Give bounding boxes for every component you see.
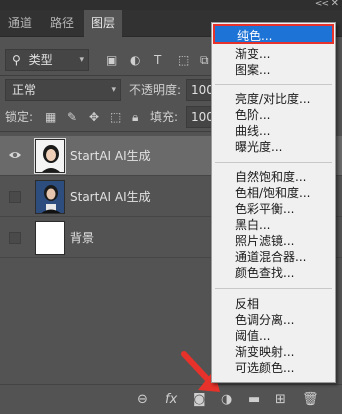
filter-kind-label: 类型 xyxy=(28,53,53,67)
menu-item-brightness-contrast[interactable]: 亮度/对比度... xyxy=(213,92,334,107)
visibility-toggle[interactable] xyxy=(9,232,21,244)
fx-icon[interactable]: fx xyxy=(165,392,177,408)
layer-thumbnail xyxy=(35,221,65,255)
menu-item-curves[interactable]: 曲线... xyxy=(213,124,334,139)
layer-name: 背景 xyxy=(70,231,95,245)
menu-item-channel-mixer[interactable]: 通道混合器... xyxy=(213,250,334,265)
search-icon: ⚲ xyxy=(12,53,21,67)
menu-item-invert[interactable]: 反相 xyxy=(213,297,334,312)
filter-smart-object-icon[interactable]: ⧉ xyxy=(200,50,209,70)
chevron-down-icon: ▾ xyxy=(79,55,84,65)
chevron-down-icon: ▾ xyxy=(111,85,116,95)
panel-top-strip: << ✕ xyxy=(0,0,342,10)
blend-mode-label: 正常 xyxy=(12,83,37,97)
filter-pixel-icon[interactable]: ▣ xyxy=(106,50,117,70)
menu-separator xyxy=(215,288,332,289)
layers-bottom-bar: ⊖ fx ◙ ◑ ▬ ⊞ 🗑︎ xyxy=(0,384,342,414)
new-layer-icon[interactable]: ⊞ xyxy=(275,392,286,408)
opacity-input[interactable]: 100% xyxy=(186,79,212,101)
opacity-label: 不透明度: xyxy=(129,83,182,97)
mask-icon[interactable]: ◙ xyxy=(193,392,206,408)
menu-item-pattern[interactable]: 图案... xyxy=(213,63,334,78)
filter-adjustment-icon[interactable]: ◐ xyxy=(130,50,140,70)
trash-icon[interactable]: 🗑︎ xyxy=(302,392,319,408)
menu-item-photo-filter[interactable]: 照片滤镜... xyxy=(213,234,334,249)
adjustment-layer-menu: 纯色... 渐变... 图案... 亮度/对比度... 色阶... 曲线... … xyxy=(211,22,336,383)
visibility-toggle[interactable] xyxy=(9,191,21,203)
filter-type-icon[interactable]: T xyxy=(154,50,161,70)
lock-image-icon[interactable]: ✎ xyxy=(67,107,77,127)
lock-position-icon[interactable]: ✥ xyxy=(89,107,99,127)
menu-item-gradient[interactable]: 渐变... xyxy=(213,47,334,62)
group-icon[interactable]: ▬ xyxy=(248,392,260,408)
fill-input[interactable]: 100% xyxy=(186,106,212,128)
menu-item-vibrance[interactable]: 自然饱和度... xyxy=(213,170,334,185)
fill-label: 填充: xyxy=(150,110,179,124)
close-icon[interactable]: ✕ xyxy=(331,0,339,9)
tab-paths[interactable]: 路径 xyxy=(42,10,82,37)
filter-kind-dropdown[interactable]: ⚲ 类型 ▾ xyxy=(5,49,89,71)
menu-item-color-balance[interactable]: 色彩平衡... xyxy=(213,202,334,217)
divider xyxy=(0,131,215,132)
adjustment-icon[interactable]: ◑ xyxy=(221,392,232,408)
collapse-icon[interactable]: << xyxy=(315,0,329,9)
layer-name: StartAI AI生成 xyxy=(70,149,151,163)
eye-icon[interactable] xyxy=(8,149,22,161)
layer-thumbnail xyxy=(34,138,66,174)
menu-item-solid-color[interactable]: 纯色... xyxy=(213,24,334,44)
tab-layers[interactable]: 图层 xyxy=(84,10,122,37)
menu-item-selective-color[interactable]: 可选颜色... xyxy=(213,361,334,376)
menu-item-exposure[interactable]: 曝光度... xyxy=(213,140,334,155)
lock-all-icon[interactable]: 🔒︎ xyxy=(132,107,138,127)
menu-item-black-white[interactable]: 黑白... xyxy=(213,218,334,233)
menu-item-posterize[interactable]: 色调分离... xyxy=(213,313,334,328)
menu-item-gradient-map[interactable]: 渐变映射... xyxy=(213,345,334,360)
menu-item-levels[interactable]: 色阶... xyxy=(213,108,334,123)
lock-label: 锁定: xyxy=(5,110,34,124)
lock-artboard-icon[interactable]: ⬚ xyxy=(110,107,121,127)
menu-separator xyxy=(215,84,332,85)
link-icon[interactable]: ⊖ xyxy=(137,392,148,408)
layer-thumbnail xyxy=(35,180,65,214)
menu-item-color-lookup[interactable]: 颜色查找... xyxy=(213,266,334,281)
filter-shape-icon[interactable]: ⬚ xyxy=(178,50,189,70)
menu-item-threshold[interactable]: 阈值... xyxy=(213,329,334,344)
blend-mode-dropdown[interactable]: 正常 ▾ xyxy=(5,79,121,101)
divider xyxy=(0,75,215,76)
tab-channels[interactable]: 通道 xyxy=(0,10,40,37)
menu-separator xyxy=(215,162,332,163)
lock-transparent-icon[interactable]: ▦ xyxy=(45,107,56,127)
layer-name: StartAI AI生成 xyxy=(70,190,151,204)
menu-item-hue-saturation[interactable]: 色相/饱和度... xyxy=(213,186,334,201)
